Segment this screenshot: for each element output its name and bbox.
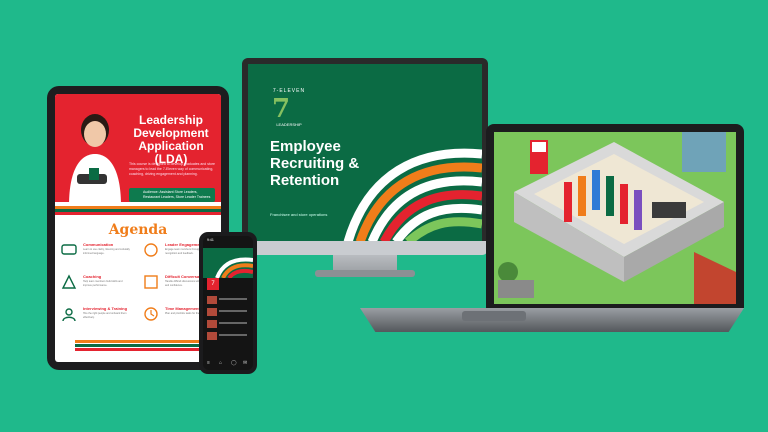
agenda-item-text: Help team members build skills and impro… <box>83 280 123 287</box>
tablet-footer-stripes <box>75 340 221 351</box>
phone-bottom-nav: ≡ ⌂ ◯ ✉ <box>203 358 253 370</box>
audience-box: Audience: Assistant Store Leaders, Resta… <box>129 188 215 202</box>
laptop-notch <box>462 311 526 321</box>
coaching-icon <box>61 274 77 289</box>
communication-icon <box>61 244 77 255</box>
laptop-screen <box>494 132 736 304</box>
person-illustration <box>69 114 121 206</box>
agenda-item-heading: Interviewing & Training <box>83 306 128 311</box>
agenda-item-heading: Communication <box>83 242 114 247</box>
monitor-screen: 7-ELEVEN 7 LEADERSHIP Employee Recruitin… <box>248 64 482 242</box>
list-item[interactable] <box>207 320 249 329</box>
smartphone: 9:41 7 ≡ ⌂ ◯ ✉ <box>199 232 257 374</box>
agenda-item: Communication Learn to use clarity, list… <box>61 242 131 272</box>
phone-header-stripes <box>215 257 253 280</box>
clock-icon <box>144 307 158 321</box>
laptop-base <box>360 308 744 332</box>
tablet-screen: Leadership Development Application (LDA)… <box>55 94 221 362</box>
circle-icon[interactable]: ◯ <box>231 360 237 366</box>
agenda-item-heading: Coaching <box>83 274 102 279</box>
device-mockup-scene: 7-ELEVEN 7 LEADERSHIP Employee Recruitin… <box>0 0 768 432</box>
monitor-chin <box>242 241 488 255</box>
list-item[interactable] <box>207 296 249 305</box>
agenda-item: Interviewing & Training Hire the right p… <box>61 306 131 336</box>
engagement-icon <box>144 243 158 257</box>
monitor-title: Employee Recruiting & Retention <box>270 138 360 189</box>
agenda-item: Coaching Help team members build skills … <box>61 274 131 304</box>
badge-bottom-text: LEADERSHIP <box>276 122 302 127</box>
badge-number: 7 <box>272 94 291 124</box>
conversation-icon <box>144 275 158 289</box>
phone-header <box>203 248 253 280</box>
interview-icon <box>62 308 76 322</box>
agenda-heading: Agenda <box>108 222 168 238</box>
phone-screen: 9:41 7 ≡ ⌂ ◯ ✉ <box>203 236 253 370</box>
tablet-stripes <box>55 202 221 215</box>
seven-eleven-logo: 7 <box>207 278 219 290</box>
monitor-footer: Franchisee and store operations <box>270 212 328 217</box>
mail-icon[interactable]: ✉ <box>243 360 247 366</box>
monitor-stand-neck <box>333 255 397 271</box>
agenda-item-text: Hire the right people and onboard them e… <box>83 312 127 319</box>
laptop <box>486 124 744 308</box>
audience-text: Audience: Assistant Store Leaders, Resta… <box>143 190 211 199</box>
phone-status-bar: 9:41 <box>203 236 253 246</box>
isometric-store-illustration <box>494 132 736 304</box>
desktop-monitor: 7-ELEVEN 7 LEADERSHIP Employee Recruitin… <box>242 58 488 248</box>
tablet-title: Leadership Development Application (LDA) <box>133 113 209 166</box>
seven-eleven-badge: 7-ELEVEN 7 LEADERSHIP <box>266 88 312 128</box>
status-time: 9:41 <box>207 238 214 242</box>
list-item[interactable] <box>207 308 249 317</box>
home-icon[interactable]: ⌂ <box>219 360 222 366</box>
monitor-stand-base <box>315 270 415 277</box>
tablet-description: This course is designed to develop gradu… <box>129 162 215 176</box>
agenda-item-heading: Time Management <box>165 306 200 311</box>
agenda-item-text: Learn to use clarity, listening and cult… <box>83 248 130 255</box>
list-item[interactable] <box>207 332 249 341</box>
menu-icon[interactable]: ≡ <box>207 360 210 366</box>
agenda-item-heading: Leader Engagement <box>165 242 204 247</box>
tablet-hero: Leadership Development Application (LDA)… <box>55 94 221 206</box>
